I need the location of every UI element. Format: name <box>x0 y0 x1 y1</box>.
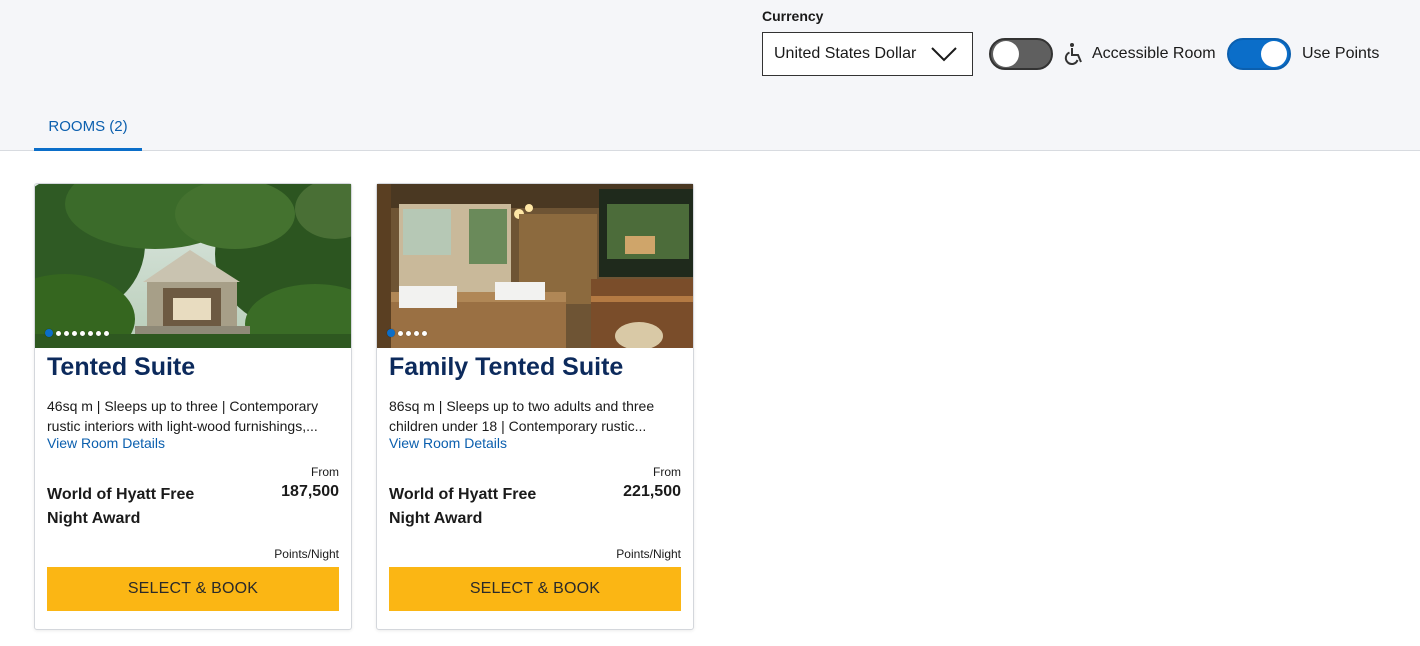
rate-name: World of Hyatt Free Night Award <box>47 486 195 527</box>
rate-points: 221,500 <box>623 483 681 500</box>
select-and-book-button[interactable]: SELECT & BOOK <box>389 567 681 611</box>
tent-bathroom-photo <box>377 184 693 348</box>
carousel-dot[interactable] <box>414 330 419 336</box>
accessible-room-toggle[interactable] <box>989 38 1053 70</box>
accessible-room-label: Accessible Room <box>1092 45 1216 62</box>
room-description: 46sq m | Sleeps up to three | Contempora… <box>47 398 319 434</box>
from-label: From <box>653 465 681 479</box>
view-room-details-link[interactable]: View Room Details <box>389 435 507 451</box>
use-points-label: Use Points <box>1302 45 1380 62</box>
currency-label: Currency <box>762 8 824 24</box>
carousel-dot[interactable] <box>96 330 101 336</box>
carousel-dot[interactable] <box>387 329 395 337</box>
view-room-details-link[interactable]: View Room Details <box>47 435 165 451</box>
tab-rooms[interactable]: ROOMS (2) <box>34 114 142 151</box>
carousel-dot[interactable] <box>45 329 53 337</box>
tent-exterior-photo <box>35 184 351 348</box>
carousel-dot[interactable] <box>398 330 403 336</box>
toggle-knob <box>993 41 1019 67</box>
carousel-dot[interactable] <box>88 330 93 336</box>
photo-carousel-dots[interactable] <box>45 329 109 337</box>
room-title: Tented Suite <box>47 353 196 381</box>
rate-points: 187,500 <box>281 483 339 500</box>
room-photo[interactable] <box>35 184 351 348</box>
currency-select[interactable]: United States Dollar <box>762 32 973 76</box>
from-label: From <box>311 465 339 479</box>
room-title: Family Tented Suite <box>389 353 624 381</box>
carousel-dot[interactable] <box>406 330 411 336</box>
currency-value: United States Dollar <box>774 45 917 62</box>
carousel-dot[interactable] <box>64 330 69 336</box>
carousel-dot[interactable] <box>72 330 77 336</box>
room-card-tented-suite: Tented Suite 46sq m | Sleeps up to three… <box>34 183 352 630</box>
carousel-dot[interactable] <box>422 330 427 336</box>
carousel-dot[interactable] <box>80 330 85 336</box>
photo-carousel-dots[interactable] <box>387 329 427 337</box>
carousel-dot[interactable] <box>56 330 61 336</box>
rate-name: World of Hyatt Free Night Award <box>389 486 537 527</box>
chevron-down-icon <box>931 47 957 62</box>
room-description: 86sq m | Sleeps up to two adults and thr… <box>389 398 655 434</box>
use-points-toggle[interactable] <box>1227 38 1291 70</box>
filter-bar: Currency United States Dollar Accessible… <box>0 0 1420 151</box>
wheelchair-icon <box>1064 43 1082 66</box>
toggle-knob <box>1261 41 1287 67</box>
room-photo[interactable] <box>377 184 693 348</box>
points-unit: Points/Night <box>616 547 681 561</box>
points-unit: Points/Night <box>274 547 339 561</box>
room-card-family-tented-suite: Family Tented Suite 86sq m | Sleeps up t… <box>376 183 694 630</box>
select-and-book-button[interactable]: SELECT & BOOK <box>47 567 339 611</box>
carousel-dot[interactable] <box>104 330 109 336</box>
